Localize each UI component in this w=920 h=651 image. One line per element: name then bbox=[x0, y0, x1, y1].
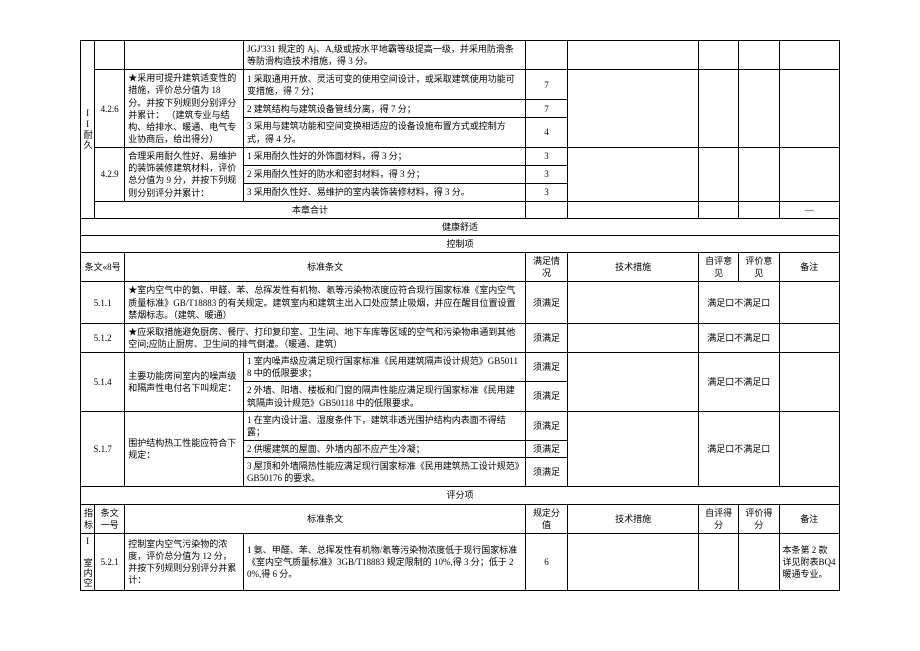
c517-measure bbox=[568, 411, 699, 487]
cell-blank bbox=[779, 41, 839, 70]
clause-426-item2-score: 7 bbox=[525, 100, 567, 118]
cell-blank bbox=[568, 41, 699, 70]
eval-429 bbox=[739, 148, 779, 202]
c514-measure bbox=[568, 353, 699, 412]
hdr-remark: 备注 bbox=[779, 253, 839, 282]
clause-no-429: 4.2.9 bbox=[95, 148, 125, 202]
c514-i2-sat: 须满足 bbox=[525, 382, 567, 411]
c514-i2: 2 外墙、阳墙、楼板和门窗的隔声性能应满足现行国家标准《民用建筑隔声设计规范》G… bbox=[244, 382, 526, 411]
chapter-total-v1 bbox=[525, 201, 567, 218]
s521-measure bbox=[568, 533, 699, 590]
chapter-total-v4 bbox=[739, 201, 779, 218]
s521-text: 1 氨、甲醛、苯、总挥发性有机物/氡等污染物浓度低于现行国家标准《室内空气质量标… bbox=[244, 533, 526, 590]
section-control: 控制项 bbox=[81, 235, 840, 252]
c514-remark bbox=[779, 353, 839, 412]
clause-429-item3-score: 3 bbox=[525, 183, 567, 201]
c511-satisfy: 须满足 bbox=[525, 282, 567, 323]
chapter-total-dash: — bbox=[779, 201, 839, 218]
c511-measure bbox=[568, 282, 699, 323]
s521-score: 6 bbox=[525, 533, 567, 590]
c514-pass: 满足口不满足口 bbox=[699, 353, 780, 412]
c511-remark bbox=[779, 282, 839, 323]
c514-no: 5.1.4 bbox=[81, 353, 125, 412]
hdr2-measure: 技术措施 bbox=[568, 504, 699, 533]
c517-i1-sat: 须满足 bbox=[525, 411, 567, 440]
eval-426 bbox=[739, 70, 779, 148]
c517-i2: 2 供暖建筑的屋面、外墙内部不应产生冷凝； bbox=[244, 440, 526, 457]
measure-426 bbox=[568, 70, 699, 148]
chapter-total-v3 bbox=[699, 201, 739, 218]
c517-left: 围护结构热工性能应符合下规定： bbox=[125, 411, 244, 487]
clause-426-item3-score: 4 bbox=[525, 118, 567, 148]
clause-426-item2: 2 建筑结构与建筑设备管线分离，得 7 分； bbox=[244, 100, 526, 118]
cell-blank bbox=[525, 41, 567, 70]
c517-i3-sat: 须满足 bbox=[525, 458, 567, 487]
clause-left-426: ★采用可提升建筑适变性的措施，评价总分值为 18 分。并按下列规则分别评分并累计… bbox=[125, 70, 244, 148]
clause-429-item2-score: 3 bbox=[525, 165, 567, 183]
c511-pass: 满足口不满足口 bbox=[699, 282, 780, 323]
clause-no-426: 4.2.6 bbox=[95, 70, 125, 148]
hdr-self: 自评意见 bbox=[699, 253, 739, 282]
hdr-satisfy: 满足情况 bbox=[525, 253, 567, 282]
hdr-clause: 标准条文 bbox=[125, 253, 526, 282]
c511-text: ★室内空气中的氨、甲醛、苯、总挥发性有机物、氡等污染物浓度应符合现行国家标准《室… bbox=[125, 282, 526, 323]
self-429 bbox=[699, 148, 739, 202]
hdr2-no: 条文一号 bbox=[95, 504, 125, 533]
cell-blank bbox=[95, 41, 125, 70]
hdr2-max: 规定分值 bbox=[525, 504, 567, 533]
s521-no: 5.2.1 bbox=[95, 533, 125, 590]
hdr2-clause: 标准条文 bbox=[125, 504, 526, 533]
cell-blank bbox=[739, 41, 779, 70]
c517-i2-sat: 须满足 bbox=[525, 440, 567, 457]
hdr-no: 条文«8号 bbox=[81, 253, 125, 282]
remark-429 bbox=[779, 148, 839, 202]
s521-eval bbox=[739, 533, 779, 590]
section-score: 评分项 bbox=[81, 487, 840, 504]
self-426 bbox=[699, 70, 739, 148]
c512-satisfy: 须满足 bbox=[525, 323, 567, 352]
clause-429-item2: 2 采用耐久性好的防水和密封材料，得 3 分； bbox=[244, 165, 526, 183]
hdr-eval: 评价意见 bbox=[739, 253, 779, 282]
section-health: 健康舒适 bbox=[81, 218, 840, 235]
c512-no: 5.1.2 bbox=[81, 323, 125, 352]
c517-no: S.1.7 bbox=[81, 411, 125, 487]
c514-i1-sat: 须满足 bbox=[525, 353, 567, 382]
s521-self bbox=[699, 533, 739, 590]
chapter-total-v2 bbox=[568, 201, 699, 218]
c517-i3: 3 屋顶和外墙隔热性能应满足现行国家标准《民用建筑热工设计规范》GB50176 … bbox=[244, 458, 526, 487]
c514-i1: 1 室内噪声级应满足现行国家标准《民用建筑隔声设计规范》GB50118 中的低限… bbox=[244, 353, 526, 382]
remark-426 bbox=[779, 70, 839, 148]
cell-blank bbox=[125, 41, 244, 70]
c512-text: ★应采取措施避免厨房、餐厅、打印复印室、卫生间、地下车库等区域的空气和污染物串通… bbox=[125, 323, 526, 352]
c517-pass: 满足口不满足口 bbox=[699, 411, 780, 487]
c514-left: 主要功能房间室内的噪声级和隔声性电付名下叫规定： bbox=[125, 353, 244, 412]
s521-remark: 本条第 2 款详见附表BQ4 暖通专业。 bbox=[779, 533, 839, 590]
hdr2-eval: 评价得分 bbox=[739, 504, 779, 533]
clause-429-item3: 3 采用耐久性好、易维护的室内装饰装修材料，得 3 分。 bbox=[244, 183, 526, 201]
measure-429 bbox=[568, 148, 699, 202]
c511-no: 5.1.1 bbox=[81, 282, 125, 323]
clause-426-item3: 3 采用与建筑功能和空间变换相适应的设备设施布置方式或控制方式，得 4 分。 bbox=[244, 118, 526, 148]
hdr2-ind: 指标 bbox=[81, 504, 95, 533]
side-label-durability: II耐久 bbox=[81, 41, 95, 219]
side-label-indoor: I 室内空 bbox=[81, 533, 95, 590]
chapter-total-label: 本章合计 bbox=[95, 201, 526, 218]
jgj-text: JGJ'331 规定的 Aj、A,级或按水平地霸等级提高一级，并采用防滑条等防滑… bbox=[244, 41, 526, 70]
c517-remark bbox=[779, 411, 839, 487]
s521-left: 控制室内空气污染物的浓度，评价总分值为 12 分，并按下列规则分别评分并累计： bbox=[125, 533, 244, 590]
clause-429-item1-score: 3 bbox=[525, 148, 567, 166]
c512-pass: 满足口不满足口 bbox=[699, 323, 780, 352]
hdr2-self: 自评得分 bbox=[699, 504, 739, 533]
c517-i1: 1 在室内设计温、湿度条件下，建筑非透光围护结构内表面不得结露； bbox=[244, 411, 526, 440]
c512-measure bbox=[568, 323, 699, 352]
hdr-measure: 技术措施 bbox=[568, 253, 699, 282]
hdr2-remark: 备注 bbox=[779, 504, 839, 533]
clause-426-item1-score: 7 bbox=[525, 70, 567, 100]
clause-426-item1: 1 采取通用开放、灵活可变的使用空间设计，或采取建筑使用功能可变措施，得 7 分… bbox=[244, 70, 526, 100]
c512-remark bbox=[779, 323, 839, 352]
clause-429-item1: 1 采用耐久性好的外饰面材料，得 3 分； bbox=[244, 148, 526, 166]
clause-left-429: 合理采用耐久性好、易维护的装饰装修建筑材料，评价总分值为 9 分，并按下列规则分… bbox=[125, 148, 244, 202]
cell-blank bbox=[699, 41, 739, 70]
